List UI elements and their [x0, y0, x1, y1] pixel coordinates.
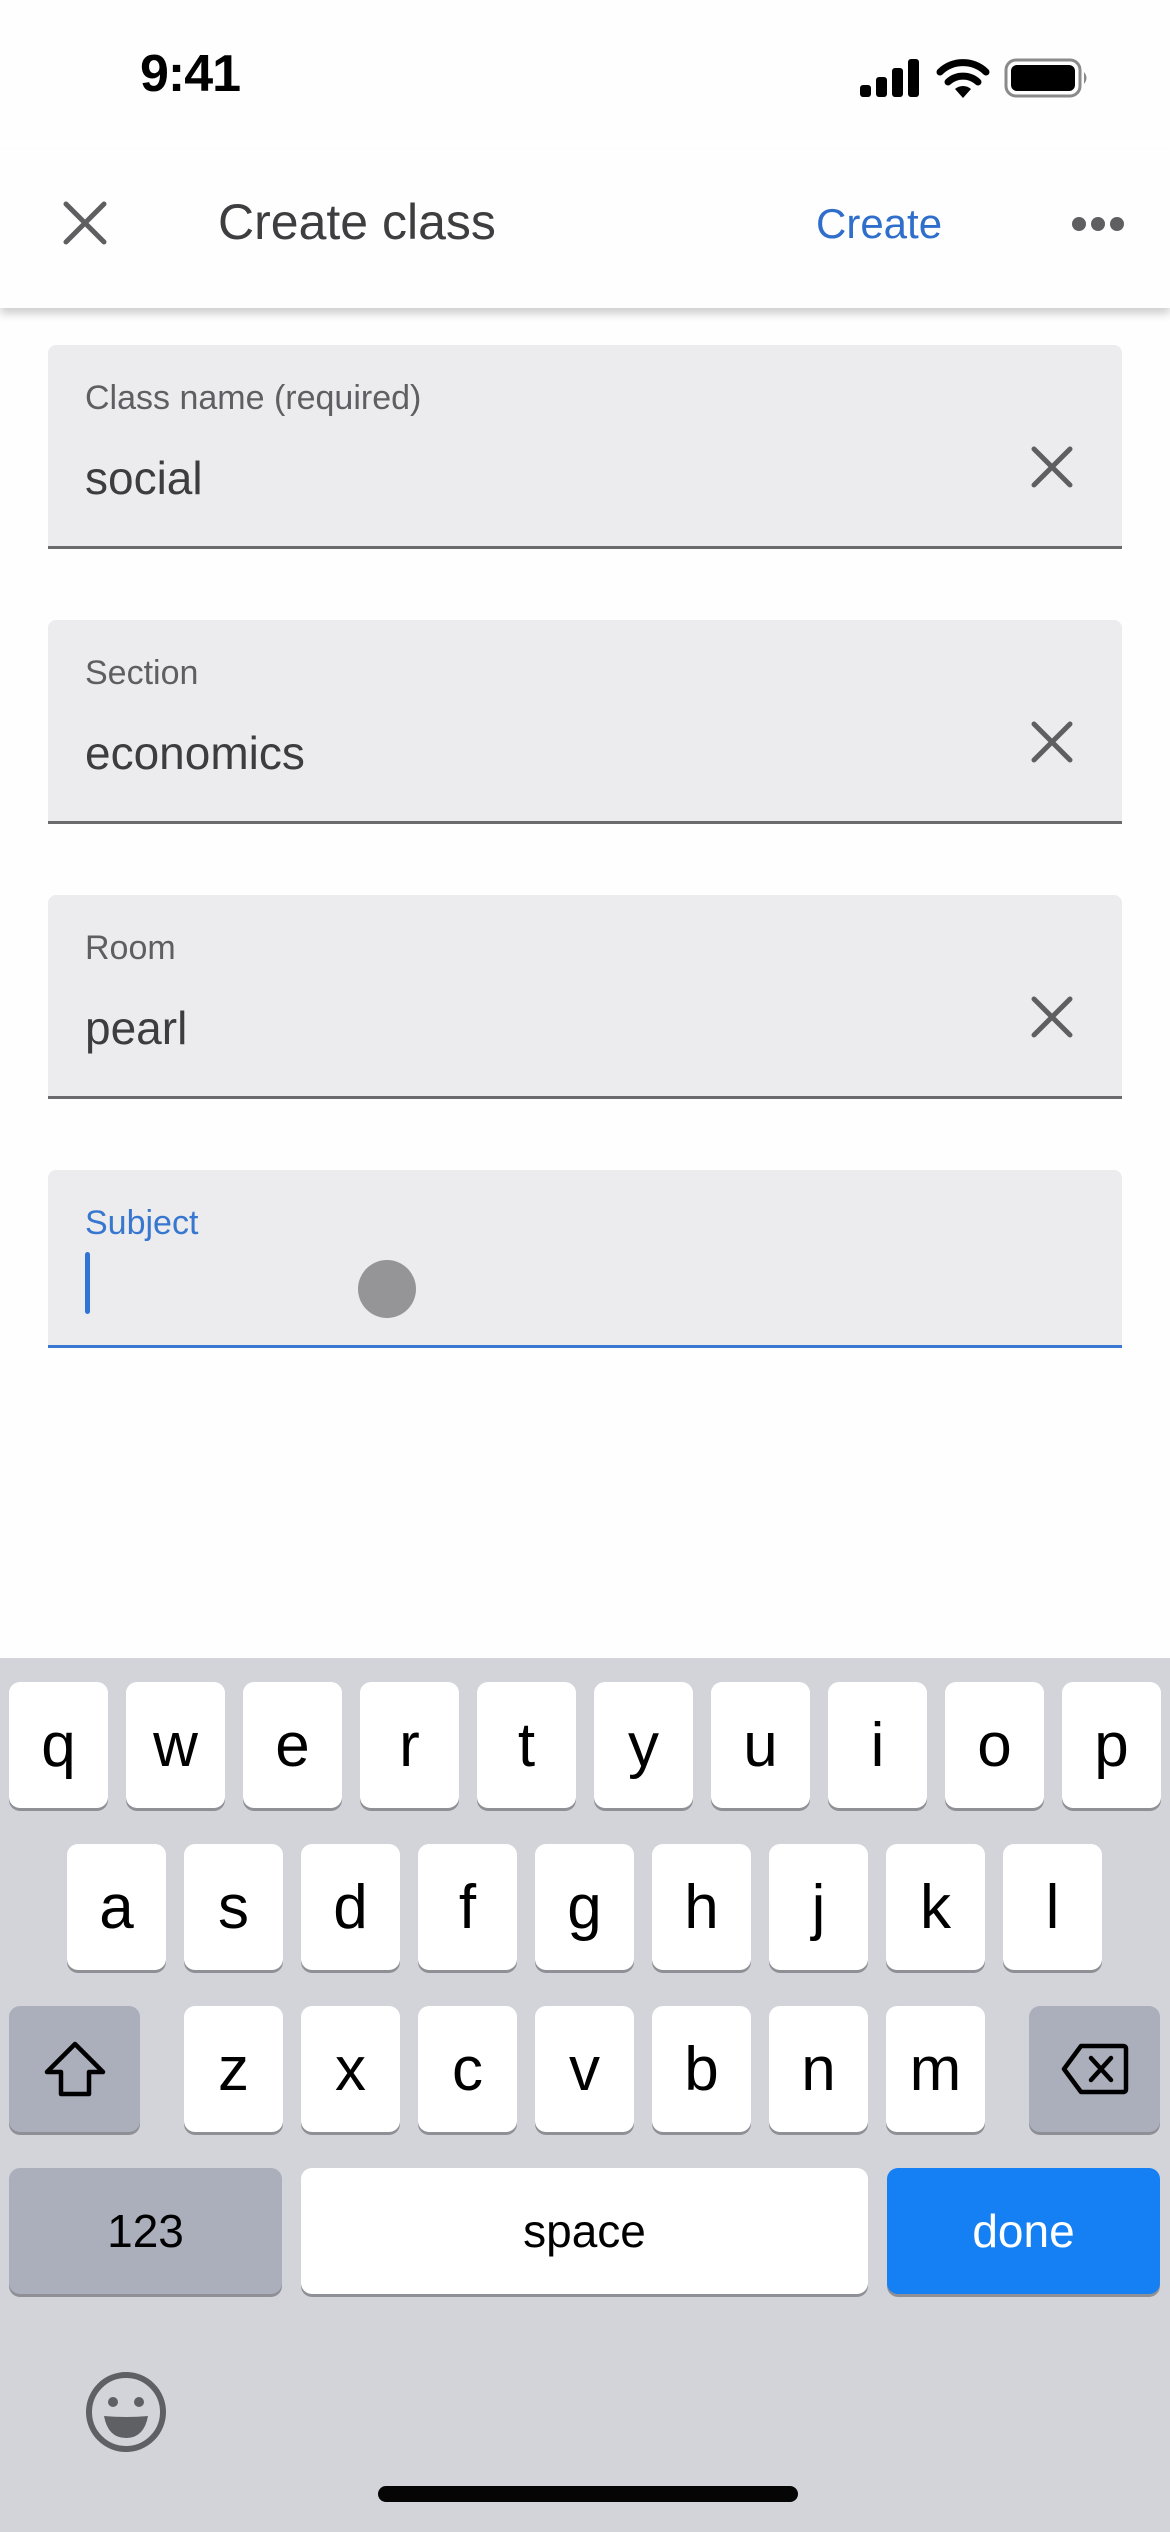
- backspace-icon: [1061, 2043, 1128, 2095]
- numbers-key[interactable]: 123: [9, 2168, 282, 2294]
- room-clear-button[interactable]: [1026, 991, 1078, 1043]
- home-indicator[interactable]: [378, 2486, 798, 2502]
- section-field[interactable]: Section economics: [48, 620, 1122, 824]
- room-field[interactable]: Room pearl: [48, 895, 1122, 1099]
- create-button[interactable]: Create: [816, 196, 942, 252]
- status-time: 9:41: [140, 45, 241, 103]
- key-w[interactable]: w: [126, 1682, 225, 1808]
- shift-key[interactable]: [9, 2006, 140, 2132]
- room-input[interactable]: pearl: [85, 1001, 187, 1055]
- key-z[interactable]: z: [184, 2006, 283, 2132]
- key-g[interactable]: g: [535, 1844, 634, 1970]
- key-v[interactable]: v: [535, 2006, 634, 2132]
- more-options-button[interactable]: [1064, 202, 1132, 246]
- key-r[interactable]: r: [360, 1682, 459, 1808]
- more-horizontal-icon-dot: [1091, 217, 1105, 231]
- key-d[interactable]: d: [301, 1844, 400, 1970]
- subject-field[interactable]: Subject: [48, 1170, 1122, 1348]
- cellular-signal-icon: [860, 59, 922, 102]
- shift-icon: [44, 2041, 105, 2097]
- room-label: Room: [85, 929, 176, 967]
- key-i[interactable]: i: [828, 1682, 927, 1808]
- status-icons: [860, 58, 1090, 103]
- close-icon: [63, 201, 107, 245]
- clear-icon: [1031, 446, 1073, 488]
- key-e[interactable]: e: [243, 1682, 342, 1808]
- key-h[interactable]: h: [652, 1844, 751, 1970]
- key-m[interactable]: m: [886, 2006, 985, 2132]
- key-n[interactable]: n: [769, 2006, 868, 2132]
- backspace-key[interactable]: [1029, 2006, 1160, 2132]
- app-bar: Create class Create: [0, 150, 1170, 308]
- key-b[interactable]: b: [652, 2006, 751, 2132]
- section-input[interactable]: economics: [85, 726, 305, 780]
- text-cursor: [85, 1252, 90, 1314]
- touch-indicator: [358, 1260, 416, 1318]
- class-name-input[interactable]: social: [85, 451, 203, 505]
- key-t[interactable]: t: [477, 1682, 576, 1808]
- wifi-icon: [936, 58, 990, 103]
- clear-icon: [1031, 996, 1073, 1038]
- done-key[interactable]: done: [887, 2168, 1160, 2294]
- key-l[interactable]: l: [1003, 1844, 1102, 1970]
- section-label: Section: [85, 654, 199, 692]
- key-x[interactable]: x: [301, 2006, 400, 2132]
- key-o[interactable]: o: [945, 1682, 1044, 1808]
- key-p[interactable]: p: [1062, 1682, 1161, 1808]
- space-key[interactable]: space: [301, 2168, 868, 2294]
- key-q[interactable]: q: [9, 1682, 108, 1808]
- close-button[interactable]: [54, 192, 116, 254]
- key-u[interactable]: u: [711, 1682, 810, 1808]
- key-y[interactable]: y: [594, 1682, 693, 1808]
- key-k[interactable]: k: [886, 1844, 985, 1970]
- class-name-field[interactable]: Class name (required) social: [48, 345, 1122, 549]
- subject-label: Subject: [85, 1204, 199, 1242]
- section-clear-button[interactable]: [1026, 716, 1078, 768]
- key-f[interactable]: f: [418, 1844, 517, 1970]
- key-a[interactable]: a: [67, 1844, 166, 1970]
- status-bar: 9:41: [0, 0, 1170, 150]
- emoji-button[interactable]: [84, 2370, 168, 2454]
- more-horizontal-icon-dot: [1072, 217, 1086, 231]
- emoji-icon: [86, 2372, 166, 2452]
- key-c[interactable]: c: [418, 2006, 517, 2132]
- battery-icon: [1004, 58, 1090, 103]
- page-title: Create class: [218, 194, 496, 250]
- more-horizontal-icon-dot: [1110, 217, 1124, 231]
- key-s[interactable]: s: [184, 1844, 283, 1970]
- clear-icon: [1031, 721, 1073, 763]
- key-j[interactable]: j: [769, 1844, 868, 1970]
- class-name-clear-button[interactable]: [1026, 441, 1078, 493]
- class-name-label: Class name (required): [85, 379, 422, 417]
